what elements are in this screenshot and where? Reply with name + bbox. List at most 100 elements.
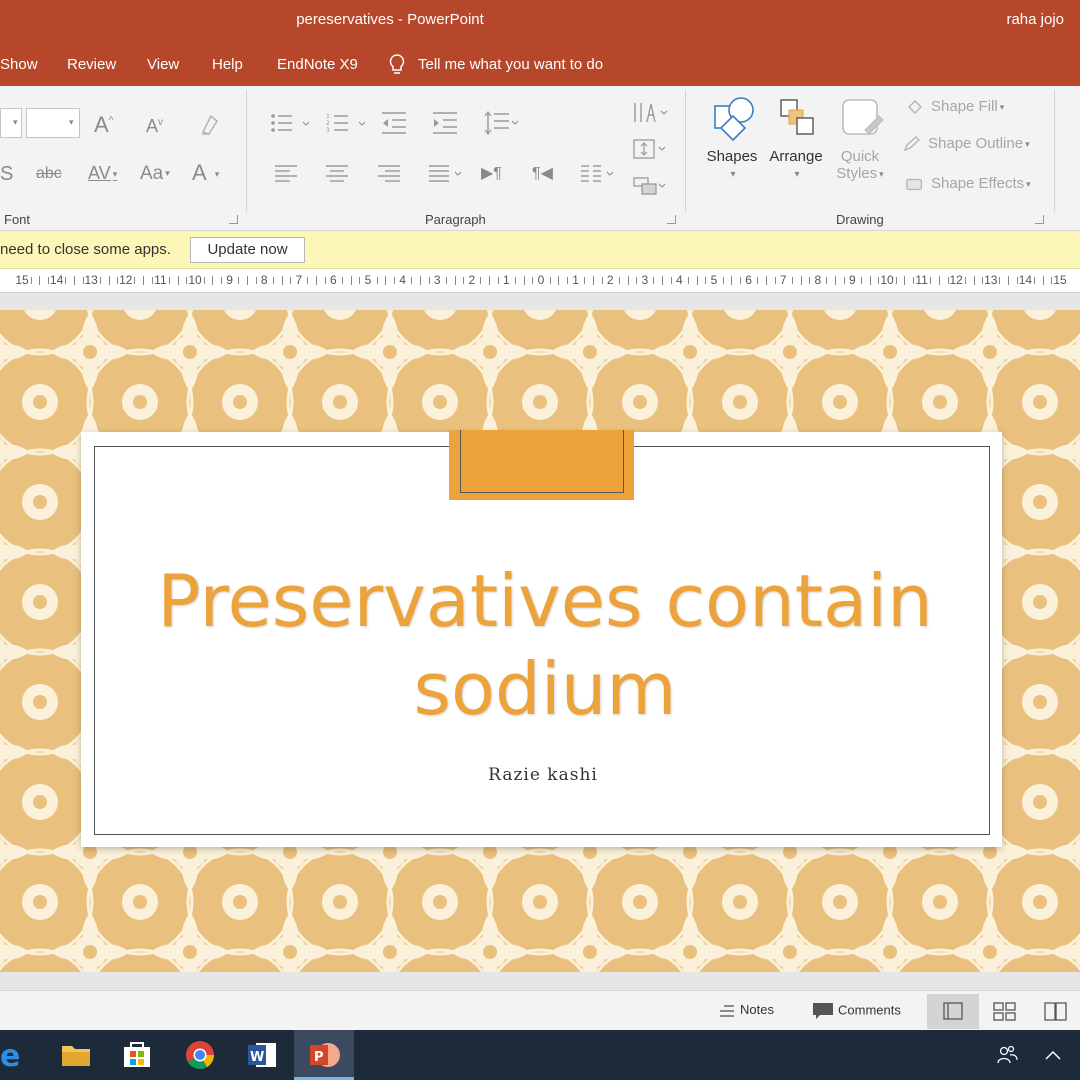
font-name-box[interactable]: ▾ (0, 108, 22, 138)
clear-formatting-icon[interactable] (198, 112, 220, 136)
ruler-tick (108, 276, 110, 285)
align-center-icon[interactable] (325, 164, 349, 184)
ruler-tick (765, 276, 767, 285)
ruler-tick (307, 277, 309, 284)
shape-fill-button[interactable]: Shape Fill ▾ (905, 98, 1004, 116)
ruler-label: 4 (399, 273, 406, 287)
slide[interactable]: Preservatives contain sodium Razie kashi (0, 310, 1080, 972)
character-spacing-icon[interactable]: AV ▾ (88, 164, 117, 182)
tab-slide-show[interactable]: Show (0, 56, 38, 73)
ruler-tick (705, 277, 707, 284)
slide-title[interactable]: Preservatives contain sodium (115, 557, 975, 733)
ruler-label: 1 (572, 273, 579, 287)
comments-button[interactable]: Comments (812, 1002, 901, 1020)
comment-icon (813, 1003, 833, 1019)
tab-review[interactable]: Review (67, 56, 116, 73)
ruler-label: 7 (779, 273, 787, 287)
ruler-tick (912, 277, 914, 284)
shape-outline-button[interactable]: Shape Outline ▾ (902, 135, 1030, 153)
tab-help[interactable]: Help (212, 56, 243, 73)
font-size-box[interactable]: ▾ (26, 108, 80, 138)
bullets-icon[interactable] (270, 113, 312, 133)
update-now-button[interactable]: Update now (190, 237, 305, 263)
ruler-tick (143, 276, 145, 285)
increase-indent-icon[interactable] (432, 111, 458, 135)
shape-effects-button[interactable]: Shape Effects ▾ (905, 175, 1031, 193)
ruler-tick (1034, 277, 1036, 284)
ruler-label: 6 (745, 273, 752, 287)
grow-font-icon[interactable]: A^ (94, 114, 113, 136)
paragraph-dialog-launcher[interactable] (667, 215, 676, 224)
font-color-icon[interactable]: A ▾ (192, 162, 219, 184)
svg-text:3: 3 (326, 127, 330, 133)
justify-icon[interactable] (428, 164, 464, 184)
columns-icon[interactable] (580, 164, 616, 184)
ruler-tick (220, 277, 222, 284)
align-left-icon[interactable] (274, 164, 298, 184)
ruler-label: 0 (537, 273, 545, 287)
shapes-button[interactable]: Shapes ▾ (702, 96, 762, 182)
change-case-icon[interactable]: Aa ▾ (140, 164, 170, 183)
slide-sorter-view-button[interactable] (979, 994, 1031, 1029)
ruler-tick (532, 277, 534, 284)
shrink-font-icon[interactable]: Av (146, 117, 163, 135)
normal-view-button[interactable] (927, 994, 979, 1029)
numbering-icon[interactable]: 123 (326, 113, 368, 133)
tab-view[interactable]: View (147, 56, 179, 73)
ruler-tick (800, 276, 802, 285)
ruler-tick (930, 277, 932, 284)
font-group-label: Font (4, 212, 31, 227)
ruler-tick (688, 277, 690, 284)
ruler-tick (73, 276, 75, 285)
ruler-label: 3 (433, 273, 441, 287)
ruler-tick (454, 276, 456, 285)
normal-view-icon (943, 1002, 963, 1020)
quick-styles-button[interactable]: Quick Styles ▾ (830, 96, 890, 182)
people-icon[interactable] (996, 1044, 1018, 1066)
rtl-text-direction-icon[interactable]: ¶◀ (532, 166, 553, 182)
ruler-label: 14 (49, 273, 64, 287)
edge-taskbar-button[interactable]: e (0, 1030, 42, 1080)
decrease-indent-icon[interactable] (381, 111, 407, 135)
file-explorer-icon (62, 1046, 90, 1066)
chrome-taskbar-button[interactable] (170, 1030, 230, 1080)
font-dialog-launcher[interactable] (229, 215, 238, 224)
ruler-tick (809, 277, 811, 284)
slide-subtitle[interactable]: Razie kashi (95, 765, 991, 785)
shapes-label: Shapes (706, 148, 758, 165)
ruler-tick (774, 277, 776, 284)
file-explorer-taskbar-button[interactable] (46, 1030, 106, 1080)
store-taskbar-button[interactable] (107, 1030, 167, 1080)
ruler-tick (350, 276, 352, 285)
powerpoint-taskbar-button[interactable]: P (294, 1030, 354, 1080)
drawing-dialog-launcher[interactable] (1035, 215, 1044, 224)
tell-me-search[interactable]: Tell me what you want to do (418, 56, 603, 73)
word-taskbar-button[interactable]: W (232, 1030, 292, 1080)
ltr-text-direction-icon[interactable]: ▶¶ (481, 166, 502, 182)
strikethrough-icon[interactable]: abc (36, 166, 62, 182)
ruler-tick (636, 277, 638, 284)
notes-button[interactable]: Notes (718, 1002, 774, 1018)
notes-icon (720, 1004, 734, 1017)
line-spacing-icon[interactable] (483, 110, 519, 136)
horizontal-ruler[interactable]: 15 14 13 12 11 10 9 8 7 6 5 4 3 2 1 0 1 2 3 4 5 6 7 8 9 10 11 12 13 1… (0, 269, 1080, 293)
shadow-icon[interactable]: S (0, 164, 13, 184)
reading-view-button[interactable] (1030, 994, 1080, 1029)
lightbulb-icon[interactable] (388, 54, 406, 76)
ruler-label: 6 (330, 273, 337, 287)
align-right-icon[interactable] (377, 164, 401, 184)
ruler-label: 2 (606, 273, 614, 287)
svg-text:W: W (250, 1050, 264, 1065)
user-name[interactable]: raha jojo (1006, 11, 1064, 28)
ruler-tick (186, 277, 188, 284)
text-direction-icon[interactable] (632, 100, 668, 126)
align-text-icon[interactable] (632, 136, 668, 162)
ruler-tick (151, 277, 153, 284)
chevron-up-icon[interactable] (1044, 1048, 1062, 1062)
tab-endnote[interactable]: EndNote X9 (277, 56, 358, 73)
title-accent-tab (449, 430, 634, 500)
ruler-tick (246, 276, 248, 285)
ruler-tick (999, 277, 1001, 284)
smartart-icon[interactable] (632, 174, 668, 198)
arrange-button[interactable]: Arrange ▾ (764, 96, 828, 182)
